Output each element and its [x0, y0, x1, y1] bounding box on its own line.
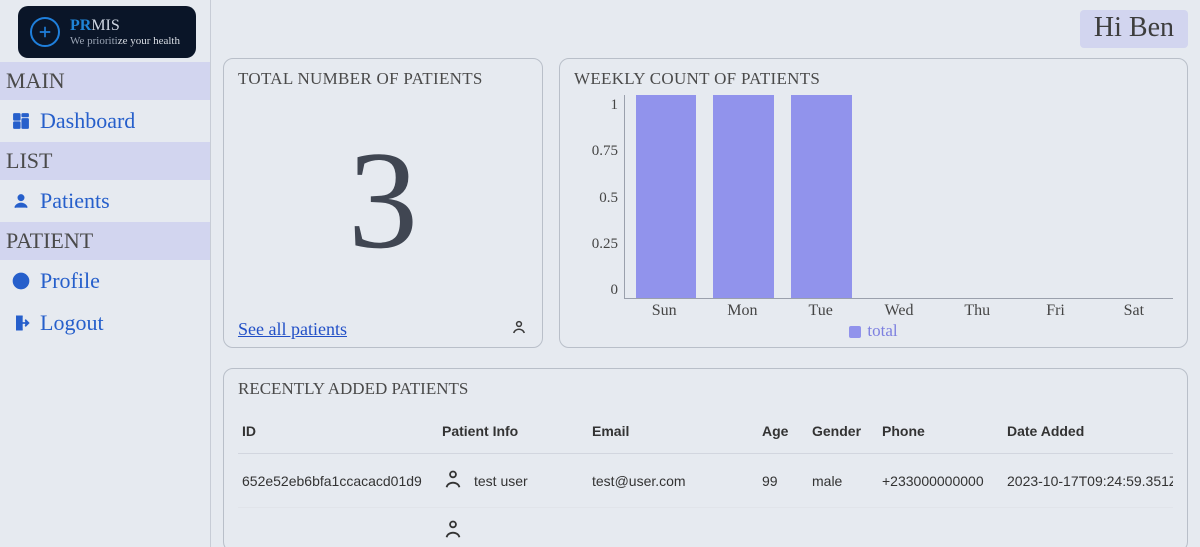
x-tick: Thu: [938, 302, 1016, 320]
see-all-patients-link[interactable]: See all patients: [238, 319, 347, 340]
brand-text: PRMIS We prioritize your health: [70, 16, 180, 48]
sidebar-section-main: MAIN: [0, 62, 210, 100]
col-info: Patient Info: [438, 409, 588, 454]
topbar: Hi Ben: [211, 0, 1200, 48]
table-header-row: ID Patient Info Email Age Gender Phone D…: [238, 409, 1173, 454]
sidebar-item-logout[interactable]: Logout: [0, 302, 210, 344]
medical-plus-icon: [30, 17, 60, 47]
bar: [791, 95, 852, 298]
bar-slot: [627, 95, 705, 298]
y-tick: 0.25: [592, 236, 618, 253]
chart-plot-area: SunMonTueWedThuFriSat: [624, 95, 1173, 299]
total-patients-value: 3: [238, 89, 528, 312]
sidebar-item-label: Dashboard: [40, 108, 135, 134]
sidebar-item-label: Patients: [40, 188, 110, 214]
col-age: Age: [758, 409, 808, 454]
brand-name-pr: PR: [70, 17, 91, 34]
chart-x-axis: SunMonTueWedThuFriSat: [625, 302, 1173, 320]
cell-age: 99: [758, 454, 808, 508]
card-title: RECENTLY ADDED PATIENTS: [238, 379, 1173, 399]
card-total-patients: TOTAL NUMBER OF PATIENTS 3 See all patie…: [223, 58, 543, 348]
card-recent-patients: RECENTLY ADDED PATIENTS ID Patient Info …: [223, 368, 1188, 547]
x-tick: Wed: [860, 302, 938, 320]
sidebar-section-list: LIST: [0, 142, 210, 180]
y-tick: 0.5: [599, 190, 618, 207]
person-icon: [510, 318, 528, 341]
cell-id: 652e52eb6bfa1ccacacd01d9: [238, 454, 438, 508]
patients-table: ID Patient Info Email Age Gender Phone D…: [238, 409, 1173, 543]
cell-phone: +233000000000: [878, 454, 1003, 508]
greeting: Hi Ben: [1080, 10, 1188, 48]
brand[interactable]: PRMIS We prioritize your health: [18, 6, 196, 58]
y-tick: 1: [611, 97, 619, 114]
sidebar-item-patients[interactable]: Patients: [0, 180, 210, 222]
col-date: Date Added: [1003, 409, 1173, 454]
table-row[interactable]: 652e52eb6bfa1ccacacd01d9 test user test@us…: [238, 454, 1173, 508]
bar-slot: [1016, 95, 1094, 298]
card-title: WEEKLY COUNT OF PATIENTS: [574, 69, 1173, 89]
person-icon: [442, 468, 464, 493]
card-weekly-chart: WEEKLY COUNT OF PATIENTS 1 0.75 0.5 0.25 0 S…: [559, 58, 1188, 348]
col-email: Email: [588, 409, 758, 454]
cell-info: test user: [438, 454, 588, 508]
legend-label: total: [867, 321, 897, 340]
bar-slot: [860, 95, 938, 298]
dashboard-icon: [10, 110, 32, 132]
legend-swatch-icon: [849, 326, 861, 338]
person-outline-icon: [10, 190, 32, 212]
cards-row: TOTAL NUMBER OF PATIENTS 3 See all patie…: [211, 48, 1200, 348]
cell-gender: male: [808, 454, 878, 508]
x-tick: Sun: [625, 302, 703, 320]
person-icon: [442, 518, 464, 543]
x-tick: Mon: [703, 302, 781, 320]
sidebar-item-label: Profile: [40, 268, 100, 294]
account-circle-icon: [10, 270, 32, 292]
sidebar: PRMIS We prioritize your health MAIN Das…: [0, 0, 210, 547]
table-row[interactable]: [238, 508, 1173, 544]
y-tick: 0: [611, 282, 619, 299]
bar-slot: [938, 95, 1016, 298]
x-tick: Fri: [1016, 302, 1094, 320]
sidebar-item-profile[interactable]: Profile: [0, 260, 210, 302]
chart-y-axis: 1 0.75 0.5 0.25 0: [574, 95, 624, 319]
bar-slot: [1093, 95, 1171, 298]
chart: 1 0.75 0.5 0.25 0 SunMonTueWedThuFriSat: [574, 89, 1173, 319]
bar: [713, 95, 774, 298]
x-tick: Tue: [782, 302, 860, 320]
sidebar-section-patient: PATIENT: [0, 222, 210, 260]
col-id: ID: [238, 409, 438, 454]
patient-name: test user: [474, 473, 528, 489]
sidebar-item-dashboard[interactable]: Dashboard: [0, 100, 210, 142]
main: Hi Ben TOTAL NUMBER OF PATIENTS 3 See al…: [210, 0, 1200, 547]
brand-name-mis: MIS: [91, 17, 119, 34]
cell-email: test@user.com: [588, 454, 758, 508]
col-phone: Phone: [878, 409, 1003, 454]
sidebar-item-label: Logout: [40, 310, 104, 336]
bar-slot: [705, 95, 783, 298]
brand-tag-a: We prioriti: [70, 35, 118, 47]
logout-icon: [10, 312, 32, 334]
col-gender: Gender: [808, 409, 878, 454]
y-tick: 0.75: [592, 143, 618, 160]
bar-slot: [782, 95, 860, 298]
bar: [636, 95, 697, 298]
brand-tag-b: ze your health: [118, 35, 180, 47]
chart-legend: total: [574, 319, 1173, 341]
card-title: TOTAL NUMBER OF PATIENTS: [238, 69, 528, 89]
cell-date: 2023-10-17T09:24:59.351Z: [1003, 454, 1173, 508]
x-tick: Sat: [1095, 302, 1173, 320]
